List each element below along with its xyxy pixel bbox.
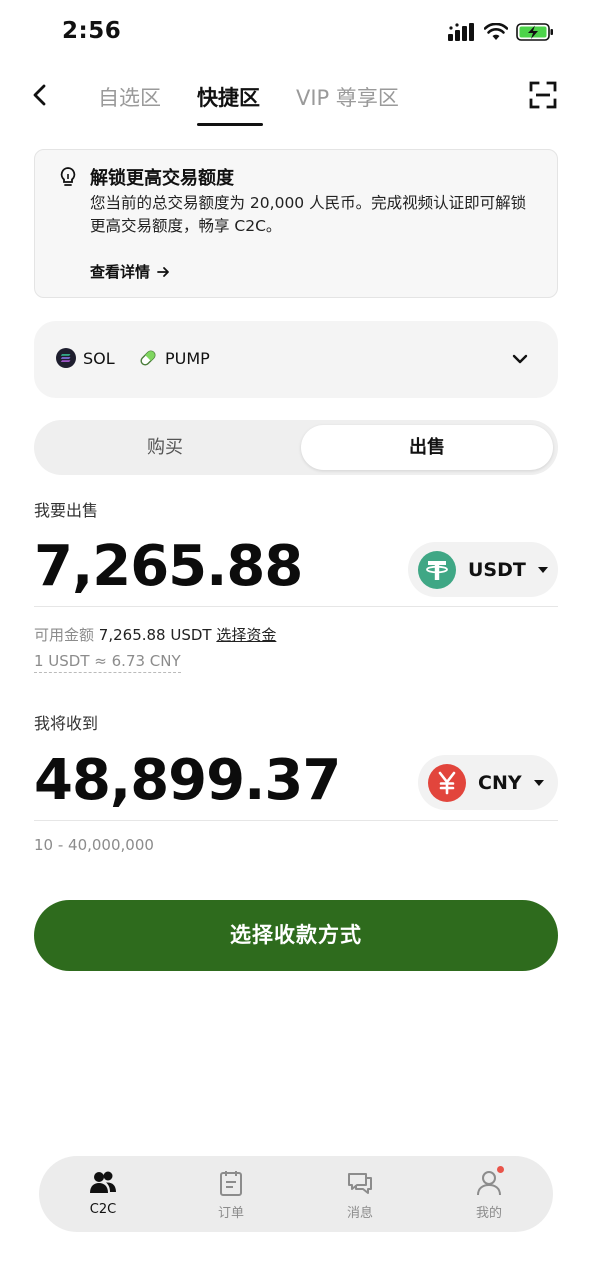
tab-label-profile: 我的 xyxy=(475,1206,502,1221)
back-button[interactable] xyxy=(26,80,56,110)
status-time: 2:56 xyxy=(62,18,122,44)
tab-label-orders: 订单 xyxy=(217,1206,244,1221)
users-icon xyxy=(90,1171,116,1193)
order-icon xyxy=(220,1171,242,1196)
select-funds-link[interactable]: 选择资金 xyxy=(216,626,276,644)
tab-c2c[interactable]: C2C xyxy=(63,1168,143,1217)
tab-profile[interactable]: 我的 xyxy=(449,1166,529,1221)
tab-label-messages: 消息 xyxy=(346,1206,373,1221)
sell-currency-selector[interactable]: USDT xyxy=(408,542,558,597)
sell-divider xyxy=(34,606,558,607)
receive-currency-label: CNY xyxy=(478,771,522,794)
usdt-icon xyxy=(418,550,456,589)
solana-icon xyxy=(56,348,76,368)
notification-badge xyxy=(497,1166,504,1173)
bottom-tab-bar: C2C 订单 消息 我的 xyxy=(39,1156,553,1232)
wifi-icon xyxy=(484,23,508,40)
selector-label-sol: SOL xyxy=(83,348,115,368)
coin-network-selector[interactable]: SOL PUMP xyxy=(34,321,558,398)
status-icons xyxy=(448,22,554,42)
battery-charging-icon xyxy=(516,23,553,41)
arrow-right-icon xyxy=(157,266,169,277)
select-payment-method-button[interactable]: 选择收款方式 xyxy=(34,900,558,971)
available-balance: 可用金额 7,265.88 USDT 选择资金 xyxy=(34,624,276,645)
buy-sell-toggle: 购买 出售 xyxy=(34,420,558,475)
receive-amount-label: 我将收到 xyxy=(34,714,99,733)
lightbulb-icon xyxy=(60,167,76,186)
available-value: 7,265.88 USDT xyxy=(98,626,212,644)
exchange-rate: 1 USDT ≈ 6.73 CNY xyxy=(34,652,181,673)
sell-amount-label: 我要出售 xyxy=(34,501,99,520)
notice-title: 解锁更高交易额度 xyxy=(90,168,234,189)
buy-tab[interactable]: 购买 xyxy=(39,425,291,470)
verification-notice: 解锁更高交易额度 您当前的总交易额度为 20,000 人民币。完成视频认证即可解… xyxy=(34,149,558,298)
caret-down-icon xyxy=(533,779,544,786)
tab-messages[interactable]: 消息 xyxy=(320,1168,400,1221)
receive-divider xyxy=(34,820,558,821)
tab-label-c2c: C2C xyxy=(89,1202,117,1217)
sell-amount-input[interactable]: 7,265.88 xyxy=(34,534,303,599)
receive-range: 10 - 40,000,000 xyxy=(34,836,154,854)
cny-icon xyxy=(428,763,466,802)
receive-amount-value[interactable]: 48,899.37 xyxy=(34,748,341,813)
message-icon xyxy=(348,1173,372,1194)
available-prefix: 可用金额 xyxy=(34,626,95,644)
chevron-down-icon[interactable] xyxy=(510,349,530,369)
caret-down-icon xyxy=(537,566,548,573)
tab-express[interactable]: 快捷区 xyxy=(197,82,260,112)
sell-tab[interactable]: 出售 xyxy=(301,425,553,470)
top-navigation: 自选区 快捷区 VIP 尊享区 xyxy=(0,70,592,130)
selector-item-pump: PUMP xyxy=(138,348,210,368)
active-tab-indicator xyxy=(197,123,263,126)
notice-body: 您当前的总交易额度为 20,000 人民币。完成视频认证即可解锁更高交易额度，畅… xyxy=(90,194,527,235)
selector-item-sol: SOL xyxy=(56,348,115,368)
sell-currency-label: USDT xyxy=(468,558,526,581)
receive-currency-selector[interactable]: CNY xyxy=(418,755,558,810)
signal-icon xyxy=(448,23,474,41)
scan-icon[interactable] xyxy=(528,80,558,110)
status-bar: 2:56 xyxy=(0,0,592,68)
tab-vip[interactable]: VIP 尊享区 xyxy=(296,82,399,112)
tab-watchlist[interactable]: 自选区 xyxy=(98,82,161,112)
view-details-label: 查看详情 xyxy=(90,263,151,281)
selector-label-pump: PUMP xyxy=(165,348,210,368)
pill-icon xyxy=(140,350,156,366)
view-details-link[interactable]: 查看详情 xyxy=(90,261,170,282)
tab-orders[interactable]: 订单 xyxy=(191,1168,271,1221)
